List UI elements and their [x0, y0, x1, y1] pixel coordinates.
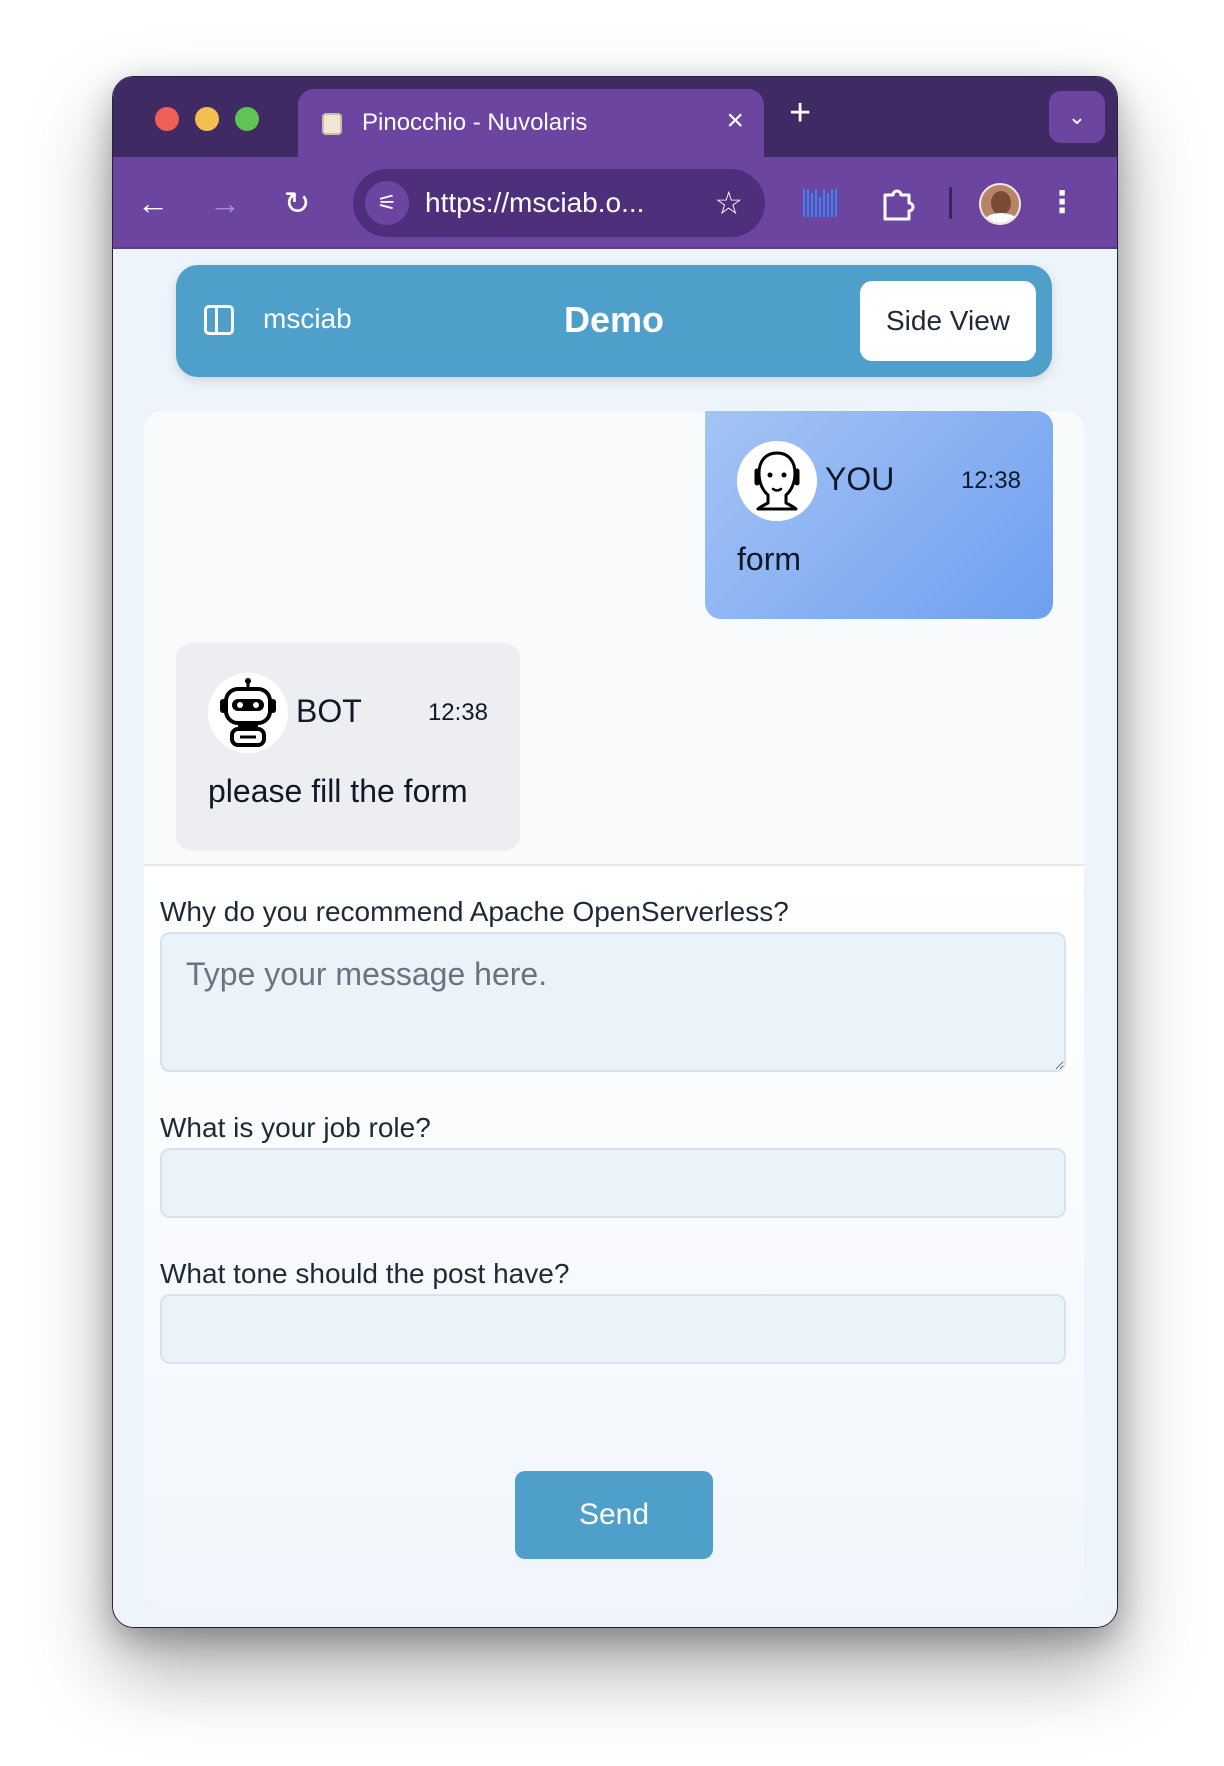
field-label-recommend: Why do you recommend Apache OpenServerle…: [160, 896, 789, 927]
nuvolaris-extension-icon[interactable]: [801, 183, 841, 223]
minimize-window-button[interactable]: [195, 107, 219, 131]
bookmark-star-icon[interactable]: ☆: [714, 183, 743, 223]
url-text[interactable]: https://msciab.o...: [425, 187, 644, 219]
robot-avatar-icon: [208, 673, 288, 753]
message-sender: YOU: [825, 461, 895, 497]
message-sender: BOT: [296, 693, 362, 729]
browser-toolbar: ← → ↻ ⚟ https://msciab.o... ☆ ⋮: [113, 157, 1117, 249]
address-bar[interactable]: ⚟ https://msciab.o... ☆: [353, 169, 765, 237]
job-role-input[interactable]: [160, 1148, 1066, 1218]
recommend-textarea[interactable]: [160, 932, 1066, 1072]
back-icon[interactable]: ←: [131, 181, 175, 225]
close-tab-icon[interactable]: ×: [726, 105, 744, 137]
send-button[interactable]: Send: [515, 1471, 713, 1559]
field-label-tone: What tone should the post have?: [160, 1258, 570, 1289]
page-content: msciab Demo Side View YOU 12:38 form BOT…: [113, 249, 1117, 1627]
tone-input[interactable]: [160, 1294, 1066, 1364]
input-form: Why do you recommend Apache OpenServerle…: [144, 866, 1084, 1607]
reload-icon[interactable]: ↻: [275, 181, 319, 225]
avatar-body: [983, 213, 1019, 223]
tab-pinocchio[interactable]: Pinocchio - Nuvolaris ×: [298, 89, 764, 157]
chat-message-user: YOU 12:38 form: [705, 411, 1053, 619]
close-window-button[interactable]: [155, 107, 179, 131]
tab-search-button[interactable]: ⌄: [1049, 91, 1105, 143]
chevron-down-icon: ⌄: [1067, 104, 1087, 129]
message-text: please fill the form: [208, 773, 468, 809]
more-menu-icon[interactable]: ⋮: [1047, 179, 1077, 227]
toolbar-divider: [949, 187, 952, 219]
maximize-window-button[interactable]: [235, 107, 259, 131]
site-settings-icon[interactable]: ⚟: [365, 181, 409, 225]
chat-message-bot: BOT 12:38 please fill the form: [176, 643, 520, 851]
message-text: form: [737, 541, 801, 577]
favicon-icon: [322, 113, 342, 135]
profile-avatar[interactable]: [979, 183, 1021, 225]
tab-strip: Pinocchio - Nuvolaris × + ⌄: [113, 77, 1117, 157]
extensions-puzzle-icon[interactable]: [875, 181, 919, 225]
field-label-job-role: What is your job role?: [160, 1112, 431, 1143]
user-avatar-icon: [737, 441, 817, 521]
new-tab-icon[interactable]: +: [789, 91, 811, 135]
tab-title: Pinocchio - Nuvolaris: [362, 109, 588, 136]
forward-icon[interactable]: →: [203, 181, 247, 225]
app-header: msciab Demo Side View: [176, 265, 1052, 377]
side-view-button[interactable]: Side View: [860, 281, 1036, 361]
browser-window: Pinocchio - Nuvolaris × + ⌄ ← → ↻ ⚟ http…: [112, 76, 1118, 1628]
message-time: 12:38: [427, 699, 488, 726]
message-time: 12:38: [960, 467, 1021, 494]
chat-panel: YOU 12:38 form BOT 12:38 please fill the…: [144, 411, 1084, 1607]
avatar-face: [991, 191, 1011, 215]
